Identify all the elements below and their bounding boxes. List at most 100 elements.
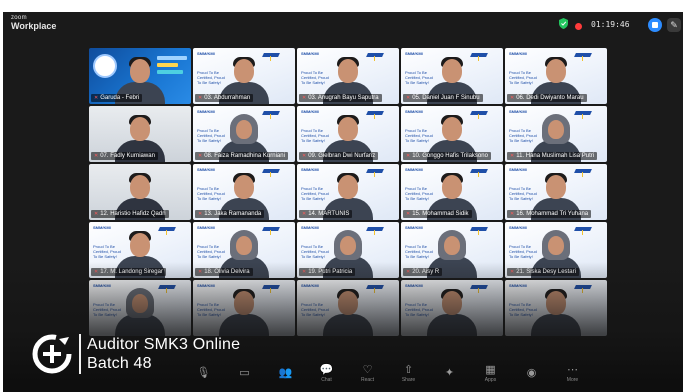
muted-mic-icon: ✕ <box>510 153 515 159</box>
participant-tile[interactable]: SMM/KMIProud To Be Certified, Proud To B… <box>505 164 607 220</box>
background-brand-text: SMM/KMI <box>509 51 527 56</box>
participant-tile[interactable]: SMM/KMIProud To Be Certified, Proud To B… <box>401 48 503 104</box>
participant-tile[interactable]: SMM/KMIProud To Be Certified, Proud To B… <box>401 164 503 220</box>
muted-mic-icon: ✕ <box>198 153 203 159</box>
react-icon: ♡ <box>362 363 373 376</box>
participant-tile[interactable]: SMM/KMIProud To Be Certified, Proud To B… <box>193 48 295 104</box>
more-icon: ⋯ <box>567 363 578 376</box>
participant-name: 08. Faiza Ramadhina Kurniani <box>204 153 285 159</box>
muted-mic-icon: ✕ <box>198 95 203 101</box>
recording-indicator-icon[interactable] <box>575 23 582 30</box>
muted-mic-icon: ✕ <box>302 211 307 217</box>
participant-tile[interactable]: ✕ 07. Fadly Kurniawan <box>89 106 191 162</box>
toolbar-label: Share <box>401 376 416 383</box>
share-icon: ⇧ <box>403 363 414 376</box>
background-brand-text: SMM/KMI <box>197 51 215 56</box>
toolbar-label: Apps <box>484 376 497 383</box>
participant-tile[interactable]: SMM/KMIProud To Be Certified, Proud To B… <box>297 106 399 162</box>
background-brand-text: SMM/KMI <box>509 167 527 172</box>
background-brand-text: SMM/KMI <box>509 109 527 114</box>
organizer-logo-icon <box>32 334 72 374</box>
participant-name-label: ✕ 03. Abdurrahman <box>195 94 254 102</box>
toolbar-button-record[interactable]: ◉ <box>515 367 549 380</box>
participant-name-label: ✕ 14. MARTUNIS <box>299 210 353 218</box>
mute-toggle-button[interactable]: ✎ <box>667 18 681 32</box>
participant-tile[interactable]: SMM/KMIProud To Be Certified, Proud To B… <box>297 48 399 104</box>
toolbar-button-share[interactable]: ⇧ Share <box>392 364 426 383</box>
toolbar-label: More <box>566 376 579 383</box>
background-brand-text: SMM/KMI <box>509 225 527 230</box>
caption-text: Auditor SMK3 Online Batch 48 <box>87 335 240 373</box>
participant-tile[interactable]: ✕ Garuda - Febri <box>89 48 191 104</box>
muted-mic-icon: ✕ <box>94 95 99 101</box>
background-brand-text: SMM/KMI <box>197 167 215 172</box>
participant-tile[interactable]: SMM/KMIProud To Be Certified, Proud To B… <box>193 164 295 220</box>
background-brand-text: SMM/KMI <box>405 167 423 172</box>
participant-name-label: ✕ 12. Haristio Hafidz Qadri <box>91 210 169 218</box>
meeting-top-bar: zoom Workplace 01:19:46 ✎ <box>3 12 683 38</box>
muted-mic-icon: ✕ <box>302 95 307 101</box>
participant-name: 05. Daniel Juan F Sinubu <box>412 95 480 101</box>
apps-icon: ▦ <box>485 363 496 376</box>
participant-tile[interactable]: SMM/KMIProud To Be Certified, Proud To B… <box>401 106 503 162</box>
muted-mic-icon: ✕ <box>406 95 411 101</box>
brand-big: Workplace <box>11 21 57 31</box>
muted-mic-icon: ✕ <box>510 211 515 217</box>
participant-name-label: ✕ 08. Faiza Ramadhina Kurniani <box>195 152 288 160</box>
participants-icon: 👥 <box>278 366 293 379</box>
participant-name: 09. Gielbran Dwi Nurfariz <box>308 153 376 159</box>
encryption-shield-icon[interactable] <box>559 18 568 29</box>
camera-toggle-button[interactable] <box>648 18 662 32</box>
record-icon: ◉ <box>526 366 537 379</box>
participant-tile[interactable]: SMM/KMIProud To Be Certified, Proud To B… <box>193 106 295 162</box>
participant-name-label: ✕ 05. Daniel Juan F Sinubu <box>403 94 483 102</box>
participant-name-label: ✕ 13. Jaka Ramananda <box>195 210 265 218</box>
participant-tile[interactable]: SMM/KMIProud To Be Certified, Proud To B… <box>505 106 607 162</box>
background-brand-text: SMM/KMI <box>405 109 423 114</box>
participant-name: 14. MARTUNIS <box>308 211 350 217</box>
os-taskbar <box>3 384 683 392</box>
muted-mic-icon: ✕ <box>302 153 307 159</box>
muted-mic-icon: ✕ <box>406 153 411 159</box>
participant-tile[interactable]: SMM/KMIProud To Be Certified, Proud To B… <box>505 48 607 104</box>
muted-mic-icon: ✕ <box>510 95 515 101</box>
toolbar-label: React <box>360 376 375 383</box>
toolbar-button-host-tools[interactable]: ✦ <box>433 367 467 380</box>
background-brand-text: SMM/KMI <box>197 109 215 114</box>
caption-subtitle: Batch 48 <box>87 355 152 372</box>
zoom-workplace-logo: zoom Workplace <box>11 15 56 31</box>
toolbar-button-react[interactable]: ♡ React <box>351 364 385 383</box>
background-brand-text: SMM/KMI <box>93 225 111 230</box>
participant-tile[interactable]: ✕ 12. Haristio Hafidz Qadri <box>89 164 191 220</box>
participant-name: 12. Haristio Hafidz Qadri <box>100 211 166 217</box>
participant-name: Garuda - Febri <box>100 95 140 101</box>
participant-name: 07. Fadly Kurniawan <box>100 153 155 159</box>
toolbar-button-more[interactable]: ⋯ More <box>556 364 590 383</box>
muted-mic-icon: ✕ <box>94 211 99 217</box>
participant-name: 13. Jaka Ramananda <box>204 211 262 217</box>
background-brand-text: SMM/KMI <box>301 225 319 230</box>
meeting-timer: 01:19:46 <box>591 20 630 29</box>
background-brand-text: SMM/KMI <box>197 225 215 230</box>
background-brand-text: SMM/KMI <box>301 51 319 56</box>
participant-name-label: ✕ 16. Mohammad Tri Yuhana <box>507 210 592 218</box>
participant-name: 06. Dedi Dwiyanto Marau <box>516 95 584 101</box>
background-brand-text: SMM/KMI <box>405 225 423 230</box>
zoom-meeting-window: zoom Workplace 01:19:46 ✎ ✕ Garuda - Febr… <box>3 12 683 392</box>
toolbar-button-apps[interactable]: ▦ Apps <box>474 364 508 383</box>
muted-mic-icon: ✕ <box>198 211 203 217</box>
video-icon: ▭ <box>239 366 250 379</box>
participant-name: 03. Abdurrahman <box>204 95 251 101</box>
chat-icon: 💬 <box>319 363 334 376</box>
host-tools-icon: ✦ <box>444 366 455 379</box>
toolbar-button-chat[interactable]: 💬 Chat <box>310 364 344 383</box>
participant-name-label: ✕ 09. Gielbran Dwi Nurfariz <box>299 152 379 160</box>
toolbar-label: Chat <box>321 376 332 383</box>
participant-name-label: ✕ 07. Fadly Kurniawan <box>91 152 158 160</box>
background-brand-text: SMM/KMI <box>301 109 319 114</box>
participant-name: 10. Gonggo Hafis Trilaksono <box>412 153 488 159</box>
participant-tile[interactable]: SMM/KMIProud To Be Certified, Proud To B… <box>297 164 399 220</box>
participant-name-label: ✕ Garuda - Febri <box>91 94 143 102</box>
caption-title: Auditor SMK3 Online <box>87 336 241 353</box>
toolbar-button-participants[interactable]: 👥 <box>269 367 303 380</box>
